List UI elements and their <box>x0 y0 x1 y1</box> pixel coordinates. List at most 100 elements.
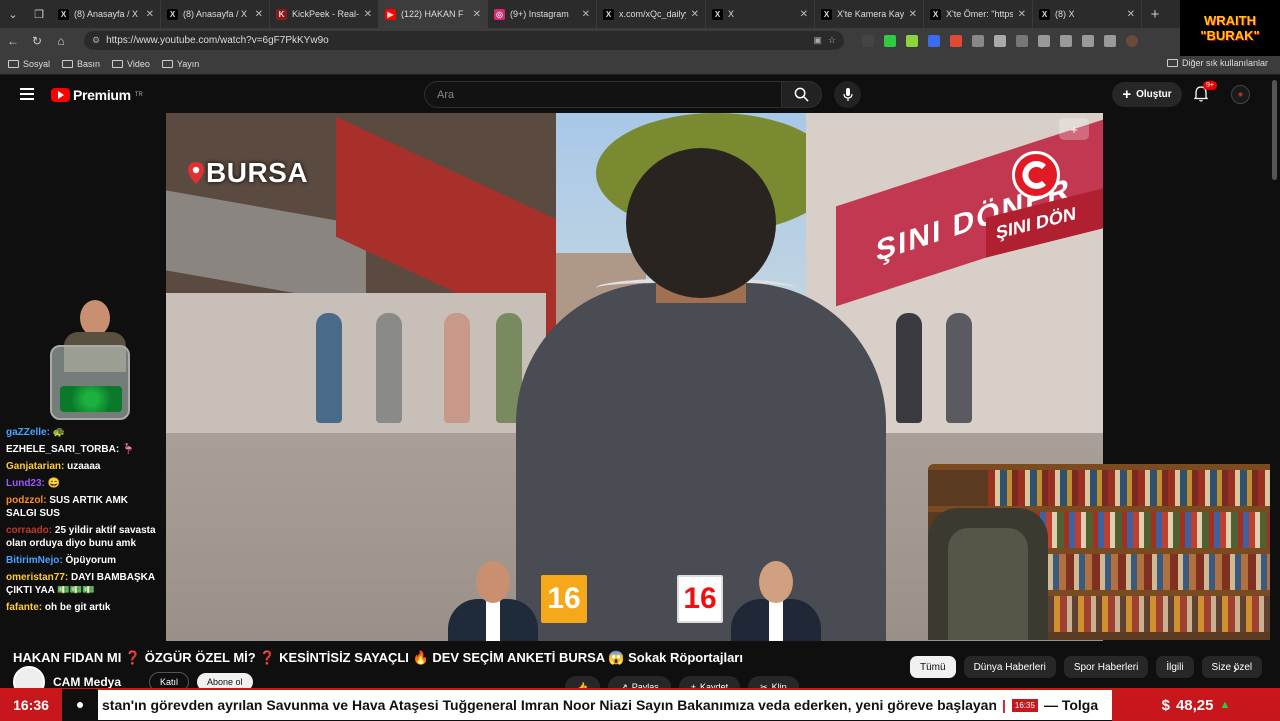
tab-close-icon[interactable]: ✕ <box>255 9 263 20</box>
favorites-icon[interactable] <box>1038 34 1050 47</box>
voice-search-button[interactable] <box>834 81 861 108</box>
extensions-puzzle-icon[interactable] <box>994 34 1006 47</box>
extension-icon[interactable] <box>972 34 984 47</box>
home-icon[interactable]: ⌂ <box>54 34 68 48</box>
create-button[interactable]: + Oluştur <box>1112 82 1182 107</box>
browser-tab[interactable]: ▶ (122) HAKAN F ✕ <box>379 0 488 28</box>
browser-tab[interactable]: X (8) Anasayfa / X ✕ <box>52 0 161 28</box>
profile-avatar[interactable] <box>1126 34 1138 47</box>
collections-icon[interactable] <box>1060 34 1072 47</box>
chat-text: 🐢 <box>52 427 66 438</box>
tab-close-icon[interactable]: ✕ <box>473 9 481 20</box>
other-bookmarks[interactable]: Diğer sık kullanılanlar <box>1166 58 1268 68</box>
video-scene-pedestrian <box>946 313 972 423</box>
tab-close-icon[interactable]: ✕ <box>909 9 917 20</box>
youtube-icon: ▶ <box>385 8 396 20</box>
account-avatar[interactable]: ◉ <box>1231 85 1250 104</box>
chips-next-chevron-icon[interactable]: › <box>1233 660 1238 676</box>
notification-badge: 9+ <box>1203 81 1217 90</box>
candidate-left-photo <box>448 561 538 641</box>
rate-value: 48,25 <box>1175 696 1214 714</box>
browser-tab[interactable]: X X'te Ömer: "https://x ✕ <box>924 0 1033 28</box>
x-logo-icon: X <box>58 8 69 20</box>
chat-text: oh be git artık <box>44 602 111 613</box>
url-field[interactable]: ⚙ https://www.youtube.com/watch?v=6gF7Pk… <box>84 31 844 50</box>
chat-username[interactable]: EZHELE_SARI_TORBA: <box>6 444 119 455</box>
chat-username[interactable]: gaZZelle: <box>6 427 50 438</box>
chip-all[interactable]: Tümü <box>910 656 956 678</box>
menu-icon[interactable] <box>20 88 34 100</box>
stream-overlay-logo: WRAITH "BURAK" <box>1180 0 1280 56</box>
chat-username[interactable]: corraado: <box>6 525 52 536</box>
scrollbar-thumb[interactable] <box>1272 80 1277 180</box>
tab-groups-icon[interactable]: ❐ <box>26 0 52 28</box>
browser-tab[interactable]: ◎ (9+) Instagram ✕ <box>488 0 597 28</box>
streamer-head <box>80 300 110 336</box>
browser-tab[interactable]: X (8) X ✕ <box>1033 0 1142 28</box>
page-scrollbar[interactable] <box>1270 76 1280 688</box>
bookshelf-books <box>988 470 1270 506</box>
folder-icon <box>62 59 74 68</box>
chip-sports-news[interactable]: Spor Haberleri <box>1063 656 1149 678</box>
chat-username[interactable]: fafante: <box>6 602 42 613</box>
site-info-icon[interactable]: ⚙ <box>92 35 100 46</box>
tab-title: (8) Anasayfa / X <box>183 9 248 19</box>
chat-username[interactable]: podzzol: <box>6 495 47 506</box>
tab-close-icon[interactable]: ✕ <box>800 9 808 20</box>
tab-title: (8) Anasayfa / X <box>74 9 139 19</box>
extension-icon[interactable] <box>862 34 874 47</box>
browser-tab[interactable]: Xx.com/xQc_dailyy/st ✕ <box>597 0 706 28</box>
extension-icon[interactable] <box>928 34 940 47</box>
folder-icon <box>8 59 19 68</box>
tab-close-icon[interactable]: ✕ <box>1018 9 1026 20</box>
plus-icon: + <box>1122 86 1132 103</box>
chat-text: 😄 <box>47 478 61 489</box>
chat-username[interactable]: Ganjatarian: <box>6 461 64 472</box>
bookmark-folder-video[interactable]: Video <box>112 59 150 69</box>
copilot-icon[interactable] <box>1082 34 1094 47</box>
search-input[interactable] <box>424 81 782 108</box>
x-logo-icon: X <box>167 8 178 20</box>
bookmark-folder-sosyal[interactable]: Sosyal <box>8 59 50 69</box>
chip-world-news[interactable]: Dünya Haberleri <box>963 656 1056 678</box>
create-label: Oluştur <box>1136 89 1172 100</box>
tab-close-icon[interactable]: ✕ <box>364 9 372 20</box>
extension-icon[interactable] <box>950 34 962 47</box>
chip-for-you[interactable]: Size özel <box>1201 656 1263 678</box>
bookmark-label: Basın <box>77 58 101 69</box>
new-tab-button[interactable]: + <box>1142 6 1168 23</box>
bookmark-folder-basin[interactable]: Basın <box>62 59 100 69</box>
bookmark-star-icon[interactable]: ☆ <box>828 35 836 46</box>
chat-username[interactable]: BitirimNejo: <box>6 555 63 566</box>
tab-close-icon[interactable]: ✕ <box>146 9 154 20</box>
app-install-icon[interactable]: ▣ <box>813 35 822 46</box>
extension-icon[interactable] <box>906 34 918 47</box>
bookmark-folder-yayin[interactable]: Yayın <box>161 59 199 69</box>
tab-close-icon[interactable]: ✕ <box>582 9 590 20</box>
chat-username[interactable]: Lund23: <box>6 478 45 489</box>
tab-list-chevron-icon[interactable]: ⌄ <box>0 0 26 28</box>
search-button[interactable] <box>782 81 822 108</box>
player-overlay-plus-icon[interactable]: + <box>1059 118 1089 140</box>
browser-tab[interactable]: X X ✕ <box>706 0 815 28</box>
youtube-logo[interactable]: Premium TR <box>51 87 143 103</box>
reload-icon[interactable]: ↻ <box>30 34 44 48</box>
streamer-overlay-avatar <box>30 300 152 422</box>
bookmark-label: Sosyal <box>23 58 51 69</box>
jar-fill <box>60 386 122 412</box>
browser-tab[interactable]: K KickPeek - Real-time ✕ <box>270 0 379 28</box>
extension-icon[interactable] <box>884 34 896 47</box>
split-view-icon[interactable] <box>1016 34 1028 47</box>
screenshot-icon[interactable] <box>1104 34 1116 47</box>
tab-close-icon[interactable]: ✕ <box>1127 9 1135 20</box>
tab-close-icon[interactable]: ✕ <box>691 9 699 20</box>
chat-username[interactable]: omeristan77: <box>6 572 68 583</box>
news-ticker: 16:36 stan'ın görevden ayrılan Savunma v… <box>0 688 1280 721</box>
browser-tab[interactable]: X (8) Anasayfa / X ✕ <box>161 0 270 28</box>
browser-tab[interactable]: X X'te Kamera Kaydı G ✕ <box>815 0 924 28</box>
back-icon[interactable]: ← <box>6 34 20 48</box>
chip-related[interactable]: İlgili <box>1156 656 1194 678</box>
channel-name[interactable]: CAM Medya <box>53 675 121 689</box>
ticker-timestamp: 16:35 <box>1011 698 1038 712</box>
bookmarks-bar: Sosyal Basın Video Yayın Diğer sık kulla… <box>0 53 1280 75</box>
